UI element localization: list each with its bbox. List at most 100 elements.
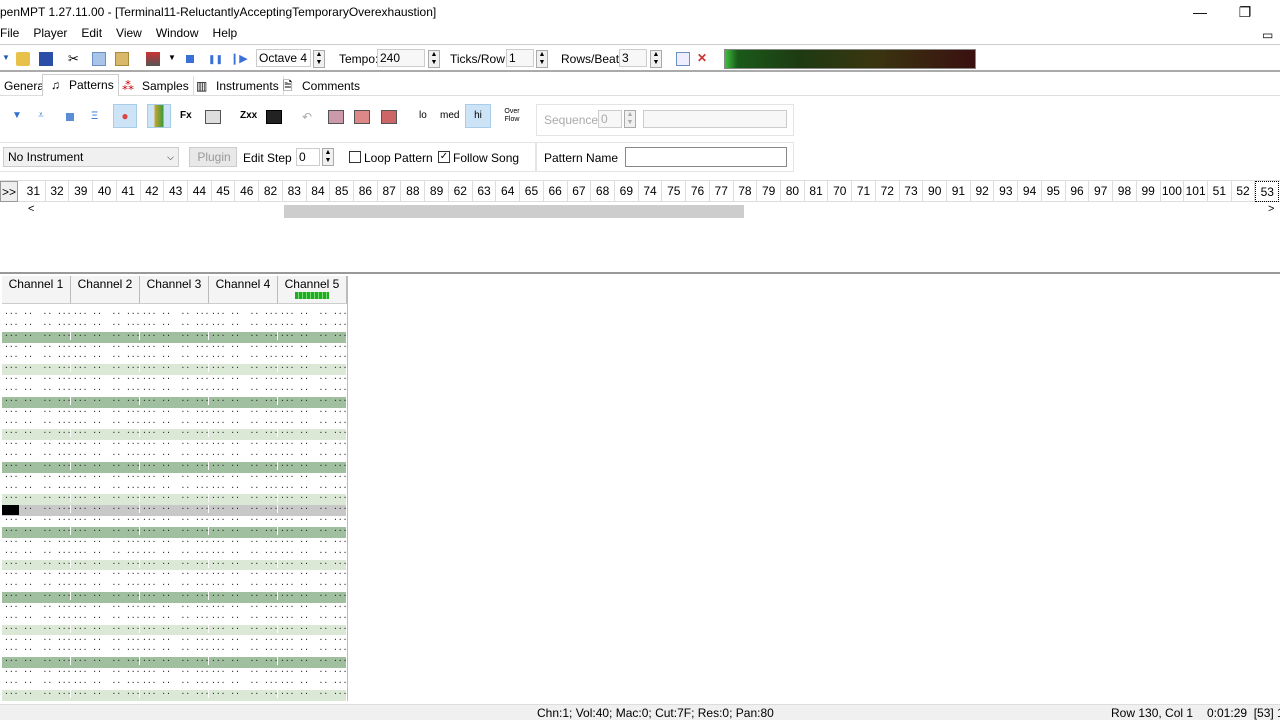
pattern-cell[interactable]: ··· ·· ·· ··· (209, 537, 278, 546)
pattern-cell[interactable]: ··· ·· ·· ··· (278, 440, 347, 449)
pattern-cell[interactable]: ··· ·· ·· ··· (2, 581, 71, 590)
panic-icon[interactable]: ✕ (697, 51, 711, 65)
order-item[interactable]: 77 (710, 181, 734, 202)
pattern-cell[interactable]: ··· ·· ·· ··· (209, 375, 278, 384)
pattern-cell[interactable]: ··· ·· ·· ··· (2, 353, 71, 362)
pattern-cell[interactable]: ··· ·· ·· ··· (140, 624, 209, 633)
pattern-editor[interactable]: Channel 1 Channel 2 Channel 3 Channel 4 Chan… (0, 272, 1280, 702)
pattern-cell[interactable]: ··· ·· ·· ··· (71, 494, 140, 503)
channel-header[interactable]: Channel 1 (2, 276, 71, 304)
order-item[interactable]: 75 (662, 181, 687, 202)
pattern-cell[interactable]: ··· ·· ·· ··· (209, 472, 278, 481)
tab-instruments[interactable]: ▥ Instruments (190, 76, 284, 96)
order-item[interactable]: 32 (46, 181, 70, 202)
pattern-cell[interactable]: ··· ·· ·· ··· (278, 602, 347, 611)
pattern-cell[interactable]: ··· ·· ·· ··· (278, 461, 347, 470)
order-item[interactable]: 45 (212, 181, 236, 202)
pattern-cell[interactable]: ··· ·· ·· ··· (140, 505, 209, 514)
pattern-cell[interactable]: ··· ·· ·· ··· (209, 461, 278, 470)
order-item[interactable]: 74 (639, 181, 663, 202)
pattern-cell[interactable]: ··· ·· ·· ··· (209, 451, 278, 460)
order-item[interactable]: 91 (947, 181, 971, 202)
pattern-cell[interactable]: ··· ·· ·· ··· (71, 646, 140, 655)
pattern-cell[interactable]: ··· ·· ·· ··· (209, 407, 278, 416)
restore-button[interactable]: ❐ (1230, 2, 1260, 22)
order-item[interactable]: 65 (520, 181, 544, 202)
pattern-cell[interactable]: ··· ·· ·· ··· (2, 689, 71, 698)
pattern-cell[interactable]: ··· ·· ·· ··· (209, 364, 278, 373)
pattern-cell[interactable]: ··· ·· ·· ··· (140, 668, 209, 677)
midi-record-icon[interactable] (146, 52, 160, 66)
paste-icon[interactable] (115, 52, 129, 66)
menu-edit[interactable]: Edit (81, 24, 110, 42)
pattern-cell[interactable]: ··· ·· ·· ··· (278, 385, 347, 394)
pattern-cell[interactable]: ··· ·· ·· ··· (140, 613, 209, 622)
pattern-cell[interactable]: ··· ·· ·· ··· (278, 342, 347, 351)
pattern-cell[interactable]: ··· ·· ·· ··· (2, 592, 71, 601)
order-item[interactable]: 84 (307, 181, 331, 202)
pattern-cell[interactable]: ··· ·· ·· ··· (140, 353, 209, 362)
pattern-cell[interactable]: ··· ·· ·· ··· (278, 592, 347, 601)
pattern-cell[interactable]: ··· ·· ·· ··· (140, 689, 209, 698)
pattern-cell[interactable]: ··· ·· ·· ··· (209, 320, 278, 329)
fx-button[interactable]: Fx (180, 110, 196, 124)
pattern-cell[interactable]: ··· ·· ·· ··· (278, 505, 347, 514)
pattern-cell[interactable]: ··· ·· ·· ··· (71, 592, 140, 601)
order-item[interactable]: 39 (69, 181, 94, 202)
pattern-cell[interactable]: ··· ·· ·· ··· (278, 429, 347, 438)
pattern-cell[interactable]: ··· ·· ·· ··· (71, 668, 140, 677)
pattern-cell[interactable]: ··· ·· ·· ··· (2, 472, 71, 481)
pattern-cell[interactable]: ··· ·· ·· ··· (278, 331, 347, 340)
pattern-properties-icon[interactable] (205, 110, 221, 124)
hi-button[interactable]: hi (465, 104, 491, 128)
order-item[interactable]: 85 (330, 181, 355, 202)
sequence-field[interactable]: 0 (598, 110, 622, 128)
pattern-cell[interactable]: ··· ·· ·· ··· (209, 624, 278, 633)
pattern-cell[interactable]: ··· ·· ·· ··· (140, 602, 209, 611)
pattern-cell[interactable]: ··· ·· ·· ··· (71, 581, 140, 590)
order-item[interactable]: 42 (141, 181, 165, 202)
pattern-cell[interactable]: ··· ·· ·· ··· (278, 516, 347, 525)
order-item[interactable]: 98 (1113, 181, 1137, 202)
stop-pattern-icon[interactable] (66, 113, 74, 121)
order-item[interactable]: 86 (354, 181, 378, 202)
pattern-cell[interactable]: ··· ·· ·· ··· (278, 407, 347, 416)
pattern-cell[interactable]: ··· ·· ·· ··· (71, 613, 140, 622)
order-item[interactable]: 96 (1066, 181, 1090, 202)
pattern-cell[interactable]: ··· ·· ·· ··· (140, 537, 209, 546)
pattern-cell[interactable]: ··· ·· ·· ··· (209, 516, 278, 525)
pattern-cell[interactable]: ··· ·· ·· ··· (71, 353, 140, 362)
pattern-cell[interactable]: ··· ·· ·· ··· (140, 461, 209, 470)
scroll-left-icon[interactable]: < (28, 203, 34, 215)
lo-button[interactable]: lo (419, 110, 435, 124)
menu-file[interactable]: File (0, 24, 27, 42)
menu-window[interactable]: Window (156, 24, 207, 42)
pattern-cell[interactable]: ··· ·· ·· ··· (209, 668, 278, 677)
pattern-cell[interactable]: ··· ·· ·· ··· (209, 505, 278, 514)
pattern-cell[interactable]: ··· ·· ·· ··· (278, 418, 347, 427)
pattern-cell[interactable]: ··· ·· ·· ··· (2, 429, 71, 438)
rows-per-beat-spinner[interactable]: ▲ ▼ (650, 50, 662, 68)
play-icon[interactable]: ❙▶ (230, 52, 248, 66)
order-item[interactable]: 67 (568, 181, 592, 202)
tempo-field[interactable]: 240 (377, 49, 425, 67)
pattern-cell[interactable]: ··· ·· ·· ··· (140, 472, 209, 481)
pattern-cell[interactable]: ··· ·· ·· ··· (2, 320, 71, 329)
order-item[interactable]: 94 (1018, 181, 1042, 202)
order-item[interactable]: 97 (1089, 181, 1114, 202)
pattern-cell[interactable]: ··· ·· ·· ··· (278, 472, 347, 481)
order-item[interactable]: 40 (93, 181, 117, 202)
octave-field[interactable]: Octave 4 (256, 49, 311, 67)
order-item[interactable]: 83 (283, 181, 307, 202)
pattern-cell[interactable]: ··· ·· ·· ··· (209, 385, 278, 394)
pattern-cell[interactable]: ··· ·· ·· ··· (278, 559, 347, 568)
pattern-cell[interactable]: ··· ·· ·· ··· (140, 516, 209, 525)
order-item[interactable]: 76 (686, 181, 710, 202)
order-scrollbar[interactable]: < > (0, 203, 1280, 219)
pattern-cell[interactable]: ··· ·· ·· ··· (278, 624, 347, 633)
pattern-cell[interactable]: ··· ·· ·· ··· (71, 364, 140, 373)
pattern-cell[interactable]: ··· ·· ·· ··· (71, 657, 140, 666)
pattern-cell[interactable]: ··· ·· ·· ··· (2, 678, 71, 687)
play-row-icon[interactable]: Ξ (91, 110, 107, 124)
order-item[interactable]: 43 (164, 181, 188, 202)
